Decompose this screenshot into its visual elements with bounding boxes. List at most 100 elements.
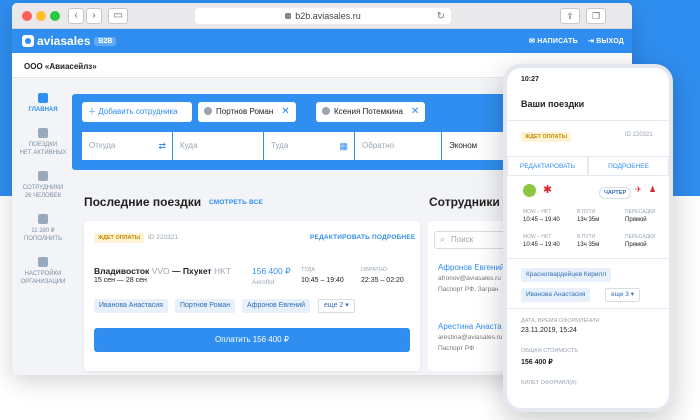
airline-star-icon: ✱ — [541, 184, 554, 197]
segment-time: 10:45 – 19:40 — [523, 242, 560, 248]
trip-price: 156 400 ₽ — [252, 266, 291, 276]
sidebar-item-employees[interactable]: СОТРУДНИКИ 26 ЧЕЛОВЕК — [12, 171, 74, 200]
sidebar: ГЛАВНАЯ ПОЕЗДКИ НЕТ АКТИВНЫХ СОТРУДНИКИ … — [12, 79, 74, 375]
add-user-icon: ＋ — [88, 107, 96, 116]
date-back-placeholder: Обратно — [362, 141, 395, 150]
back-label: ОБРАТНО — [361, 267, 388, 273]
employee-search-input[interactable]: ⌕ Поиск — [434, 231, 510, 249]
address-bar[interactable]: b2b.aviasales.ru ↻ — [195, 8, 451, 24]
s7-airline-icon — [523, 184, 536, 197]
phone-edit-button[interactable]: РЕДАКТИРОВАТЬ — [507, 156, 588, 176]
trip-id: ID 220321 — [148, 234, 178, 241]
phone-clock: 10:27 — [521, 76, 539, 83]
write-label: НАПИСАТЬ — [537, 38, 578, 45]
pay-button[interactable]: Оплатить 156 400 ₽ — [94, 328, 410, 352]
baggage-icon: ✈ — [635, 185, 642, 194]
calendar-icon[interactable]: ▦ — [339, 132, 348, 160]
employee-chip[interactable]: Портнов Роман ✕ — [198, 102, 296, 122]
plane-icon — [38, 128, 48, 138]
back-time: 22:35 – 02:20 — [361, 277, 404, 284]
employee-doc: Паспорт РФ, Загран — [438, 286, 499, 293]
segment-time: 10:45 – 19:40 — [523, 217, 560, 223]
charter-badge: ЧАРТЕР — [599, 187, 632, 199]
address-bar-url: b2b.aviasales.ru — [295, 11, 361, 21]
remove-chip-icon[interactable]: ✕ — [411, 106, 419, 117]
sidebar-item-balance[interactable]: 11 280 ₽ ПОПОЛНИТЬ — [12, 214, 74, 243]
share-icon[interactable]: ⇪ — [560, 8, 580, 24]
class-value: Эконом — [449, 141, 478, 150]
employee-name[interactable]: Афронов Евгений — [438, 263, 504, 272]
employee-chip-label: Ксения Потемкина — [334, 107, 403, 116]
to-field[interactable]: Куда — [173, 132, 263, 160]
more-passengers-button[interactable]: еще 2 ▾ — [318, 299, 355, 313]
reload-icon[interactable]: ↻ — [437, 9, 445, 25]
date-value: 23.11.2019, 15:24 — [521, 327, 577, 334]
people-icon — [38, 171, 48, 181]
trip-dates: 15 сен — 28 сен — [94, 277, 147, 284]
employee-chip-label: Портнов Роман — [216, 107, 274, 116]
to-city: Пхукет — [182, 266, 212, 276]
employee-name[interactable]: Арестина Анаста — [438, 322, 502, 331]
close-window-button[interactable] — [22, 11, 32, 21]
back-icon[interactable]: ‹ — [68, 8, 84, 24]
status-badge: ЖДЕТ ОПЛАТЫ — [94, 233, 144, 243]
remove-chip-icon[interactable]: ✕ — [281, 106, 289, 117]
swap-icon[interactable]: ⇄ — [158, 132, 166, 160]
route-arrow: — — [172, 266, 181, 276]
maximize-window-button[interactable] — [50, 11, 60, 21]
sidebar-item-home[interactable]: ГЛАВНАЯ — [12, 93, 74, 114]
phone-mockup: 10:27 Ваши поездки ЖДЕТ ОПЛАТЫ ID 220321… — [503, 64, 673, 412]
cost-label: ОБЩАЯ СТОИМОСТЬ — [521, 348, 578, 354]
aviasales-logo[interactable]: aviasales B2B — [22, 34, 117, 48]
trip-details-link[interactable]: ПОДРОБНЕЕ — [372, 234, 415, 241]
employee-email: arestina@aviasales.ru — [438, 334, 503, 341]
segment-transfer-label: ПЕРЕСАДКИ — [625, 234, 656, 240]
sidebar-item-trips[interactable]: ПОЕЗДКИ НЕТ АКТИВНЫХ — [12, 128, 74, 157]
date-back-field[interactable]: Обратно — [355, 132, 441, 160]
write-link[interactable]: ✉ НАПИСАТЬ — [529, 37, 578, 45]
employee-chip[interactable]: Ксения Потемкина ✕ — [316, 102, 426, 122]
segment-transfer: Прямой — [625, 217, 647, 223]
sidebar-toggle-icon[interactable]: ▭ — [108, 8, 128, 24]
wallet-icon — [38, 214, 48, 224]
logo-text: aviasales — [37, 34, 91, 48]
date-label: ДАТА, ВРЕМЯ ОФОРМЛЕНИЯ — [521, 318, 600, 324]
gear-icon — [38, 257, 48, 267]
passenger-chip[interactable]: Иванова Анастасия — [521, 288, 591, 302]
more-passengers-button[interactable]: еще 3 ▾ — [605, 288, 640, 302]
passenger-chip[interactable]: Красногвардейцев Кирилл — [521, 268, 612, 282]
date-there-field[interactable]: Туда ▦ — [264, 132, 354, 160]
recent-trips-heading: Последние поездки — [84, 195, 202, 209]
passenger-chip[interactable]: Иванова Анастасия — [94, 299, 168, 313]
employee-doc: Паспорт РФ — [438, 345, 475, 352]
edit-trip-link[interactable]: РЕДАКТИРОВАТЬ — [310, 234, 370, 241]
add-employee-button[interactable]: ＋ Добавить сотрудника — [82, 102, 192, 122]
sidebar-item-settings[interactable]: НАСТРОЙКИ ОРГАНИЗАЦИИ — [12, 257, 74, 286]
trip-card: ЖДЕТ ОПЛАТЫ ID 220321 РЕДАКТИРОВАТЬ ПОДР… — [84, 221, 420, 371]
to-code: HKT — [213, 266, 231, 276]
divider — [507, 308, 669, 309]
forward-icon[interactable]: › — [86, 8, 102, 24]
user-icon — [322, 107, 330, 115]
from-field[interactable]: Откуда ⇄ — [82, 132, 172, 160]
airline-name: Aeroflot — [252, 279, 275, 286]
logout-link[interactable]: ⇥ ВЫХОД — [588, 37, 624, 45]
sidebar-item-label: НАСТРОЙКИ ОРГАНИЗАЦИИ — [20, 271, 66, 285]
date-there-placeholder: Туда — [271, 141, 289, 150]
b2b-badge: B2B — [94, 36, 117, 46]
passenger-chip[interactable]: Афронов Евгений — [242, 299, 311, 313]
divider — [507, 258, 669, 259]
ticket-issuer-label: БИЛЕТ ОФОРМИЛ(А) — [521, 380, 577, 386]
trip-route: Владивосток VVO — Пхукет HKT — [94, 266, 231, 276]
phone-details-button[interactable]: ПОДРОБНЕЕ — [588, 156, 669, 176]
see-all-link[interactable]: СМОТРЕТЬ ВСЕ — [209, 199, 263, 206]
phone-status-badge: ЖДЕТ ОПЛАТЫ — [521, 132, 571, 142]
seat-icon: ♟ — [649, 185, 657, 194]
minimize-window-button[interactable] — [36, 11, 46, 21]
tabs-icon[interactable]: ❐ — [586, 8, 606, 24]
passenger-chip[interactable]: Портнов Роман — [175, 299, 236, 313]
segment-transfer-label: ПЕРЕСАДКИ — [625, 209, 656, 215]
sidebar-item-label: ПОЕЗДКИ НЕТ АКТИВНЫХ — [19, 142, 67, 156]
phone-title: Ваши поездки — [521, 99, 585, 109]
grid-icon — [38, 93, 48, 103]
